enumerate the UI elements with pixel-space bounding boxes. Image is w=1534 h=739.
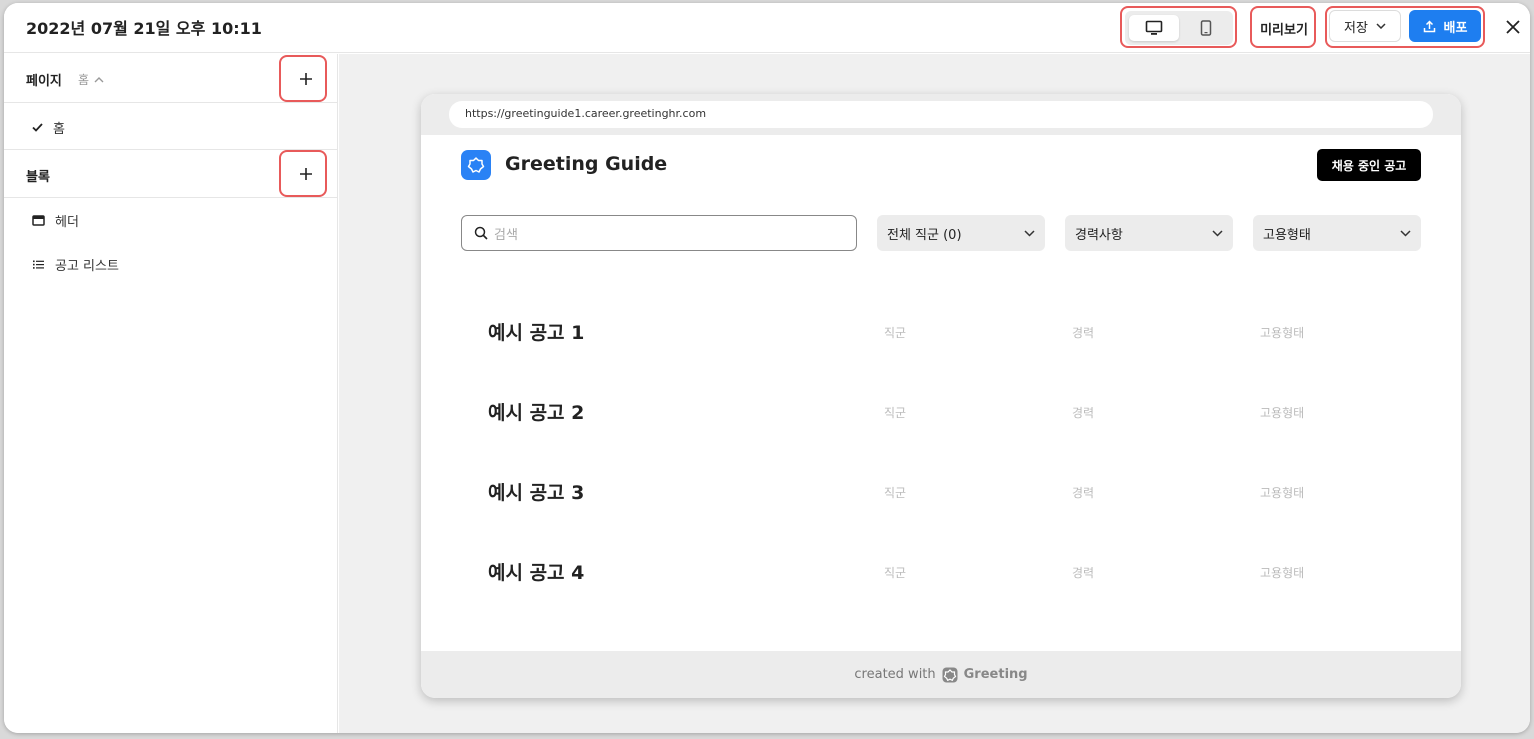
plus-icon xyxy=(300,168,312,180)
upload-icon xyxy=(1423,19,1435,32)
blocks-section-header: 블록 xyxy=(4,149,338,198)
mobile-icon xyxy=(1200,20,1212,36)
job-type: 고용형태 xyxy=(1260,486,1305,500)
builder-window: 2022년 07월 21일 오후 10:11 미리보기 저장 배포 페이지 홈 … xyxy=(4,3,1530,733)
job-category: 직군 xyxy=(884,406,907,420)
job-title: 예시 공고 1 xyxy=(488,322,585,344)
close-icon xyxy=(1506,20,1520,34)
job-category: 직군 xyxy=(884,326,907,340)
block-item-header[interactable]: 헤더 xyxy=(32,211,79,230)
job-row[interactable]: 예시 공고 3 직군 경력 고용형태 xyxy=(421,470,1461,510)
block-item-job-list[interactable]: 공고 리스트 xyxy=(32,255,119,274)
job-career: 경력 xyxy=(1072,566,1095,580)
footer-text: created with xyxy=(854,667,936,682)
job-career: 경력 xyxy=(1072,406,1095,420)
job-type: 고용형태 xyxy=(1260,326,1305,340)
header-block-icon xyxy=(32,215,45,226)
search-placeholder: 검색 xyxy=(494,227,518,243)
pages-section-header: 페이지 홈 xyxy=(4,54,338,103)
add-page-button[interactable] xyxy=(284,57,328,101)
list-icon xyxy=(33,260,44,269)
desktop-view-button[interactable] xyxy=(1129,15,1179,41)
pages-label: 페이지 xyxy=(26,74,62,89)
save-dropdown-button[interactable]: 저장 xyxy=(1329,10,1401,42)
sidebar: 페이지 홈 홈 블록 헤더 공고 리스트 xyxy=(4,54,338,733)
job-career: 경력 xyxy=(1072,486,1095,500)
filter-label: 경력사항 xyxy=(1075,227,1123,243)
close-button[interactable] xyxy=(1502,16,1524,38)
mobile-view-button[interactable] xyxy=(1181,15,1231,41)
current-page-label: 홈 xyxy=(78,73,90,87)
filter-category[interactable]: 전체 직군 (0) xyxy=(877,215,1045,251)
greeting-logo-icon xyxy=(461,150,491,180)
open-jobs-button[interactable]: 채용 중인 공고 xyxy=(1317,149,1421,181)
page-selector[interactable]: 홈 xyxy=(78,71,104,88)
job-row[interactable]: 예시 공고 4 직군 경력 고용형태 xyxy=(421,550,1461,590)
url-field: https://greetinguide1.career.greetinghr.… xyxy=(449,101,1433,128)
page-item-home[interactable]: 홈 xyxy=(32,118,65,137)
filter-label: 전체 직군 (0) xyxy=(887,227,962,243)
chevron-down-icon xyxy=(1376,23,1386,29)
job-category: 직군 xyxy=(884,566,907,580)
job-type: 고용형태 xyxy=(1260,566,1305,580)
deploy-label: 배포 xyxy=(1443,20,1468,36)
check-icon xyxy=(32,123,43,132)
browser-preview: https://greetinguide1.career.greetinghr.… xyxy=(421,94,1461,698)
url-bar: https://greetinguide1.career.greetinghr.… xyxy=(421,94,1461,135)
filter-label: 고용형태 xyxy=(1263,227,1311,243)
preview-canvas: https://greetinguide1.career.greetinghr.… xyxy=(339,54,1530,733)
page-item-label: 홈 xyxy=(53,122,65,137)
block-item-label: 헤더 xyxy=(55,215,79,230)
deploy-button[interactable]: 배포 xyxy=(1409,10,1481,42)
preview-button[interactable]: 미리보기 xyxy=(1257,11,1311,45)
top-bar: 2022년 07월 21일 오후 10:11 미리보기 저장 배포 xyxy=(4,3,1530,53)
filter-employment-type[interactable]: 고용형태 xyxy=(1253,215,1421,251)
plus-icon xyxy=(300,73,312,85)
search-icon xyxy=(474,226,488,240)
save-label: 저장 xyxy=(1344,20,1368,36)
desktop-icon xyxy=(1145,20,1163,35)
block-item-label: 공고 리스트 xyxy=(55,259,119,274)
job-category: 직군 xyxy=(884,486,907,500)
greeting-logo-icon xyxy=(942,667,958,682)
job-row[interactable]: 예시 공고 2 직군 경력 고용형태 xyxy=(421,390,1461,430)
document-title: 2022년 07월 21일 오후 10:11 xyxy=(26,19,262,38)
chevron-down-icon xyxy=(1024,229,1035,237)
job-career: 경력 xyxy=(1072,326,1095,340)
chevron-down-icon xyxy=(1400,229,1411,237)
job-title: 예시 공고 2 xyxy=(488,402,585,424)
chevron-down-icon xyxy=(1212,229,1223,237)
device-toggle xyxy=(1125,11,1233,45)
brand-name: Greeting Guide xyxy=(505,153,668,175)
chevron-up-icon xyxy=(94,76,104,82)
search-input[interactable]: 검색 xyxy=(461,215,857,251)
preview-footer: created with Greeting xyxy=(421,651,1461,698)
job-row[interactable]: 예시 공고 1 직군 경력 고용형태 xyxy=(421,310,1461,350)
job-title: 예시 공고 4 xyxy=(488,562,585,584)
job-title: 예시 공고 3 xyxy=(488,482,585,504)
add-block-button[interactable] xyxy=(284,152,328,196)
filter-career[interactable]: 경력사항 xyxy=(1065,215,1233,251)
footer-brand: Greeting xyxy=(963,667,1028,682)
job-type: 고용형태 xyxy=(1260,406,1305,420)
blocks-label: 블록 xyxy=(26,170,50,185)
